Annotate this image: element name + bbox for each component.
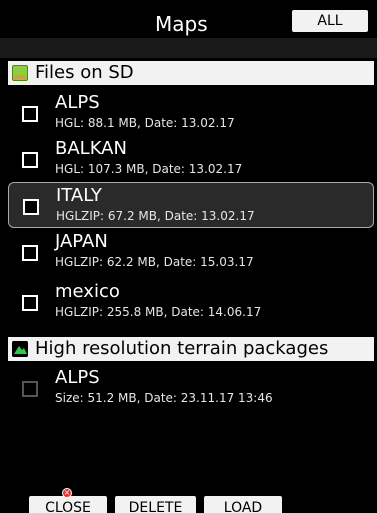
section-title: Files on SD [35,62,134,83]
page-title: Maps [155,12,208,36]
checkbox-icon[interactable] [22,295,38,311]
map-info: HGLZIP: 255.8 MB, Date: 14.06.17 [55,305,262,319]
title-bar: Maps ALL [0,0,377,36]
map-info: HGL: 107.3 MB, Date: 13.02.17 [55,162,243,176]
checkbox-icon[interactable] [22,106,38,122]
map-name: JAPAN [55,231,108,252]
close-button[interactable]: × CLOSE [29,488,107,513]
sd-card-icon [12,65,28,81]
close-label: CLOSE [45,500,91,513]
list-item[interactable]: mexico HGLZIP: 255.8 MB, Date: 14.06.17 [0,279,377,325]
section-header-terrain: High resolution terrain packages [8,337,374,361]
section-header-files-on-sd: Files on SD [8,61,374,85]
all-button[interactable]: ALL [292,10,368,32]
section-title: High resolution terrain packages [35,338,329,359]
list-item[interactable]: BALKAN HGL: 107.3 MB, Date: 13.02.17 [0,136,377,182]
map-info: HGL: 88.1 MB, Date: 13.02.17 [55,116,235,130]
package-info: Size: 51.2 MB, Date: 23.11.17 13:46 [55,391,273,405]
checkbox-icon[interactable] [22,245,38,261]
map-name: ITALY [56,185,102,206]
package-name: ALPS [55,367,100,388]
checkbox-icon[interactable] [22,152,38,168]
list-item[interactable]: ALPS Size: 51.2 MB, Date: 23.11.17 13:46 [0,365,377,411]
checkbox-icon[interactable] [22,381,38,397]
checkbox-icon[interactable] [23,199,39,215]
close-badge-icon: × [62,488,72,498]
header-divider [0,38,377,58]
map-name: mexico [55,281,120,302]
map-info: HGLZIP: 67.2 MB, Date: 13.02.17 [56,209,255,223]
map-name: ALPS [55,92,100,113]
delete-button[interactable]: DELETE [115,496,196,513]
list-item[interactable]: ALPS HGL: 88.1 MB, Date: 13.02.17 [0,90,377,136]
map-name: BALKAN [55,138,127,159]
terrain-icon [12,341,28,357]
map-info: HGLZIP: 62.2 MB, Date: 15.03.17 [55,255,254,269]
list-item[interactable]: JAPAN HGLZIP: 62.2 MB, Date: 15.03.17 [0,229,377,275]
list-item-selected[interactable]: ITALY HGLZIP: 67.2 MB, Date: 13.02.17 [8,182,374,228]
load-button[interactable]: LOAD [204,496,282,513]
